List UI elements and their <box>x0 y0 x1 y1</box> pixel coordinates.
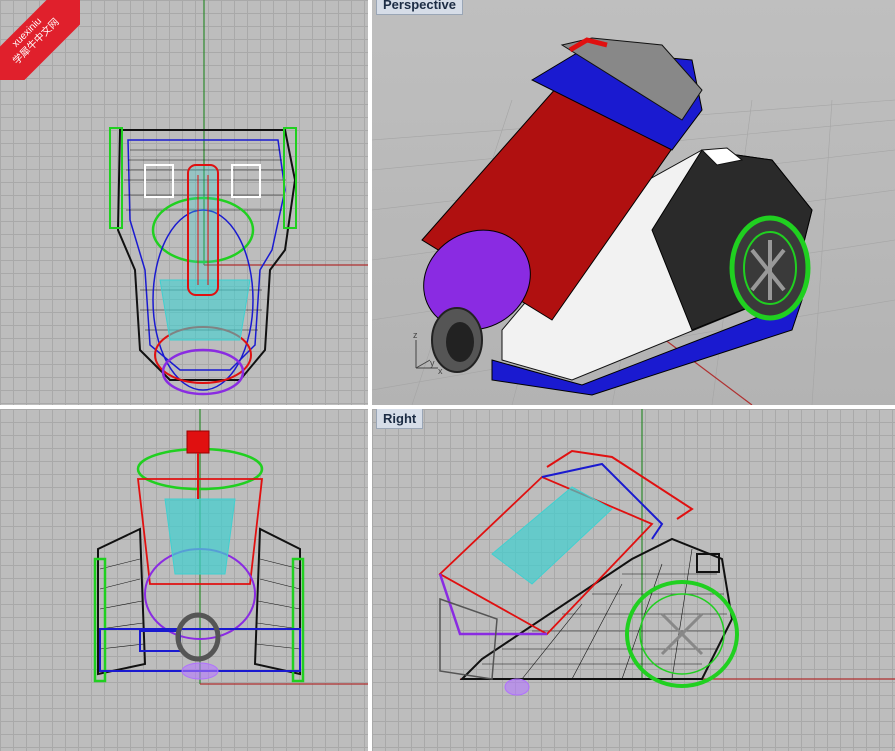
viewport-divider-vertical[interactable] <box>368 0 372 751</box>
viewport-right[interactable]: Right <box>372 409 895 751</box>
viewport-perspective[interactable]: Perspective z y x <box>372 0 895 405</box>
front-view-drawing <box>93 409 368 685</box>
viewport-label-right[interactable]: Right <box>376 409 424 429</box>
top-view-drawing <box>109 0 368 396</box>
right-view-drawing <box>438 409 895 696</box>
viewport-divider-horizontal[interactable] <box>0 405 895 409</box>
viewport-label-perspective[interactable]: Perspective <box>376 0 463 15</box>
viewport-top[interactable]: xuexiniu 学犀牛中文网 <box>0 0 368 405</box>
viewport-front[interactable] <box>0 409 368 751</box>
perspective-view-drawing <box>372 37 895 405</box>
axis-gizmo: z y x <box>408 330 448 376</box>
